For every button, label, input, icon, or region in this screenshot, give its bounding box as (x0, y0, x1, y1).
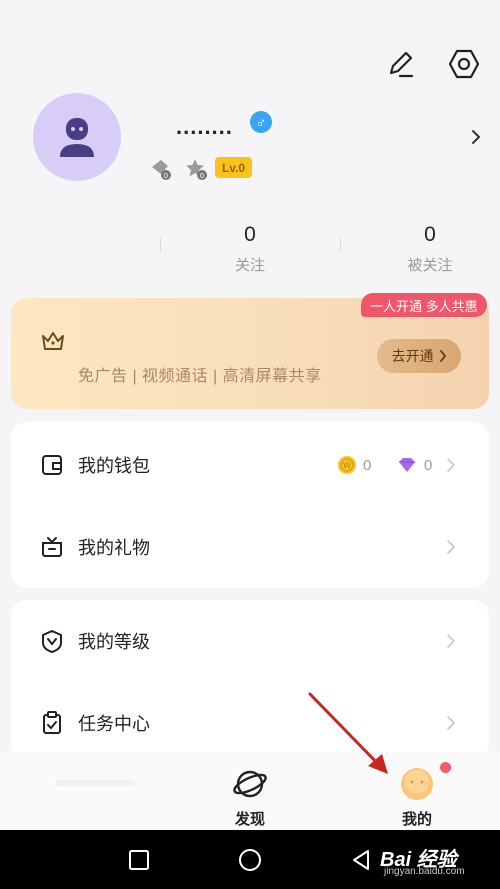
edit-profile-button[interactable] (380, 44, 420, 84)
following-count: 0 (244, 223, 256, 246)
chevron-right-icon (447, 455, 461, 475)
edit-icon (389, 51, 414, 78)
chevron-right-icon (472, 130, 481, 144)
svg-text:W: W (343, 461, 351, 470)
menu-card-level-tasks: 我的等级 任务中心 (11, 600, 489, 760)
diamond-balance: 0 (424, 456, 433, 474)
circle-icon (239, 848, 261, 871)
chevron-right-icon (447, 537, 461, 557)
medal-icon: 0 (152, 160, 171, 180)
avatar-person-icon (60, 118, 94, 157)
crown-icon (42, 332, 64, 350)
face-icon (401, 768, 433, 800)
level-badge: Lv.0 (215, 157, 252, 178)
settings-button[interactable] (444, 44, 484, 84)
profile-detail-button[interactable] (466, 126, 486, 148)
stat-divider (160, 238, 161, 252)
coin-icon: W (338, 456, 356, 474)
vip-promo-tag: 一人开通 多人共惠 (361, 293, 487, 317)
level-shield-icon (42, 630, 62, 653)
square-icon (129, 849, 149, 870)
profile-page: ........ ♂ 0 0 Lv.0 0 关注 0 被关注 免广告 | 视频通… (0, 0, 500, 889)
menu-item-tasks[interactable]: 任务中心 (11, 688, 489, 758)
vip-activate-button[interactable]: 去开通 (377, 339, 461, 373)
menu-item-level[interactable]: 我的等级 (11, 606, 489, 676)
stat-divider (340, 238, 341, 252)
menu-label-level: 我的等级 (78, 632, 150, 652)
chevron-right-icon (447, 631, 461, 651)
medal-icon: 0 (186, 159, 207, 180)
menu-label-wallet: 我的钱包 (78, 456, 150, 476)
avatar[interactable] (33, 93, 121, 181)
chevron-right-icon (447, 713, 461, 733)
notification-dot (440, 762, 451, 773)
tab-discover[interactable]: 发现 (200, 752, 300, 830)
nickname: ........ (176, 114, 233, 139)
back-triangle-icon (353, 849, 369, 870)
tab-label-mine: 我的 (401, 811, 432, 828)
tab-label-discover: 发现 (234, 811, 265, 828)
tab-placeholder (55, 780, 135, 786)
male-icon: ♂ (250, 111, 272, 133)
gift-icon (42, 537, 62, 557)
diamond-icon (399, 458, 415, 472)
wallet-icon (42, 455, 62, 475)
menu-label-gift: 我的礼物 (78, 538, 150, 558)
followers-stat[interactable]: 0 被关注 (380, 222, 480, 275)
planet-icon (233, 770, 267, 798)
menu-item-gift[interactable]: 我的礼物 (11, 512, 489, 582)
recent-apps-button[interactable] (109, 830, 169, 889)
annotation-arrow (308, 692, 388, 774)
coin-balance: 0 (363, 456, 372, 474)
menu-label-tasks: 任务中心 (78, 714, 150, 734)
home-button[interactable] (220, 830, 280, 889)
following-stat[interactable]: 0 关注 (200, 222, 300, 275)
menu-card-wallet-gift: 我的钱包 W 0 0 我的礼物 (11, 422, 489, 588)
baidu-watermark-url: jingyan.baidu.com (384, 866, 465, 877)
vip-description: 免广告 | 视频通话 | 高清屏幕共享 (78, 368, 322, 385)
following-label: 关注 (234, 257, 265, 274)
menu-item-wallet[interactable]: 我的钱包 W 0 0 (11, 430, 489, 500)
followers-count: 0 (424, 223, 436, 246)
settings-icon (448, 49, 480, 79)
svg-text:0: 0 (200, 172, 204, 180)
task-clipboard-icon (43, 711, 61, 734)
chevron-right-icon (439, 350, 446, 362)
followers-label: 被关注 (407, 257, 453, 274)
vip-activate-label: 去开通 (391, 348, 434, 364)
svg-text:0: 0 (164, 172, 168, 180)
